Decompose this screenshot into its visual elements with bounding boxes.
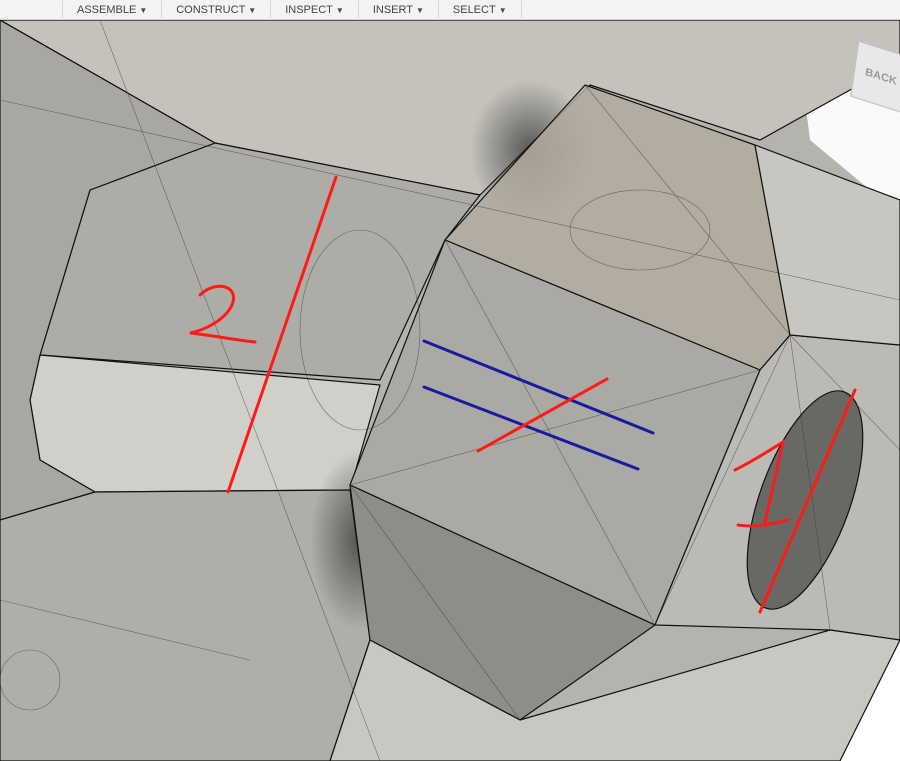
menu-label: CONSTRUCT	[176, 3, 246, 16]
caret-down-icon: ▼	[139, 5, 148, 15]
caret-down-icon: ▼	[415, 5, 424, 15]
3d-viewport[interactable]: 2 1	[0, 20, 900, 761]
menu-label: INSPECT	[285, 3, 333, 16]
caret-down-icon: ▼	[498, 5, 507, 15]
menu-select[interactable]: SELECT ▼	[439, 4, 521, 16]
viewcube-face-label: BACK	[864, 66, 898, 88]
menu-construct[interactable]: CONSTRUCT ▼	[162, 4, 270, 16]
menu-label: INSERT	[372, 3, 413, 16]
caret-down-icon: ▼	[335, 5, 344, 15]
menu-label: SELECT	[452, 3, 496, 16]
mesh-body	[0, 20, 900, 761]
menu-label: ASSEMBLE	[77, 3, 137, 16]
menu-insert[interactable]: INSERT ▼	[359, 4, 438, 16]
toolbar: ASSEMBLE ▼ CONSTRUCT ▼ INSPECT ▼ INSERT ▼ SE…	[0, 0, 900, 20]
separator	[520, 1, 522, 18]
menu-assemble[interactable]: ASSEMBLE ▼	[63, 4, 161, 16]
caret-down-icon: ▼	[248, 5, 257, 15]
menu-inspect[interactable]: INSPECT ▼	[271, 4, 358, 16]
